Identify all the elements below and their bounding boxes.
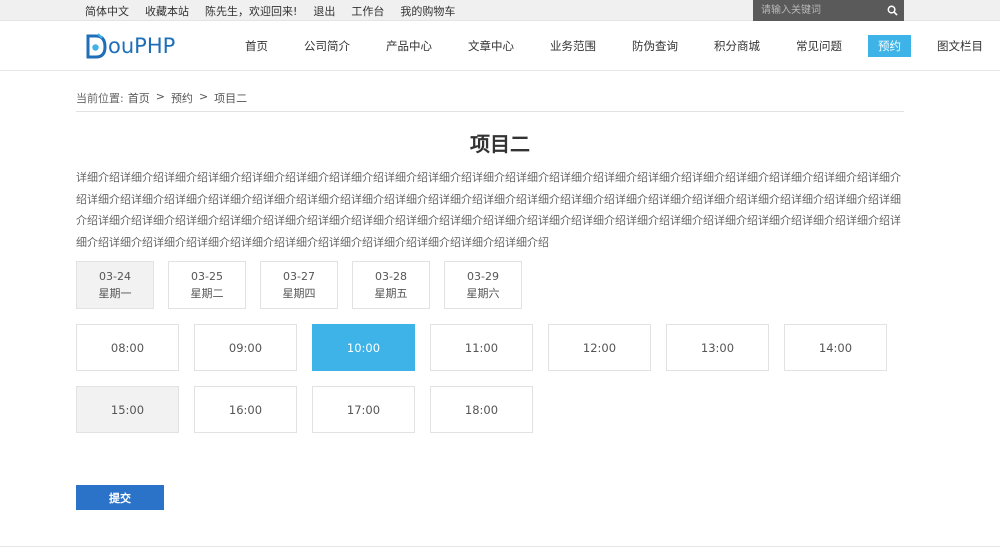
search-box [753, 0, 904, 21]
weekday-label: 星期六 [466, 287, 500, 300]
date-option[interactable]: 03-24 星期一 [76, 261, 154, 309]
date-option[interactable]: 03-25 星期二 [168, 261, 246, 309]
time-slot[interactable]: 17:00 [312, 386, 415, 433]
main-nav: 首页 公司简介 产品中心 文章中心 业务范围 防伪查询 积分商城 常见问题 预约… [235, 35, 1000, 57]
nav-item-booking[interactable]: 预约 [868, 35, 911, 57]
date-label: 03-27 [283, 270, 315, 283]
nav-item-products[interactable]: 产品中心 [376, 35, 442, 57]
top-links: 简体中文 收藏本站 陈先生，欢迎回来! 退出 工作台 我的购物车 [85, 0, 471, 21]
time-slot[interactable]: 13:00 [666, 324, 769, 371]
date-label: 03-29 [467, 270, 499, 283]
search-icon[interactable] [887, 5, 898, 16]
breadcrumb-divider [76, 111, 904, 112]
top-bar: 简体中文 收藏本站 陈先生，欢迎回来! 退出 工作台 我的购物车 [0, 0, 1000, 21]
time-slot[interactable]: 09:00 [194, 324, 297, 371]
date-label: 03-25 [191, 270, 223, 283]
search-input[interactable] [753, 0, 873, 21]
weekday-label: 星期五 [374, 287, 408, 300]
date-option[interactable]: 03-29 星期六 [444, 261, 522, 309]
time-slot[interactable]: 10:00 [312, 324, 415, 371]
time-slot[interactable]: 11:00 [430, 324, 533, 371]
nav-item-home[interactable]: 首页 [235, 35, 278, 57]
breadcrumb: 当前位置: 首页 > 预约 > 项目二 [76, 90, 253, 106]
link-language[interactable]: 简体中文 [85, 3, 129, 19]
header: ouPHP 首页 公司简介 产品中心 文章中心 业务范围 防伪查询 积分商城 常… [0, 22, 1000, 71]
time-slot[interactable]: 18:00 [430, 386, 533, 433]
date-option[interactable]: 03-27 星期四 [260, 261, 338, 309]
logo-d-icon [86, 33, 107, 59]
nav-item-articles[interactable]: 文章中心 [458, 35, 524, 57]
breadcrumb-separator: > [155, 90, 165, 103]
time-slot-grid: 08:00 09:00 10:00 11:00 12:00 13:00 14:0… [76, 324, 906, 448]
weekday-label: 星期一 [98, 287, 132, 300]
logo-text: ouPHP [108, 34, 176, 58]
nav-item-points-mall[interactable]: 积分商城 [704, 35, 770, 57]
link-bookmark[interactable]: 收藏本站 [145, 3, 189, 19]
breadcrumb-current: 项目二 [214, 92, 248, 105]
breadcrumb-label: 当前位置: [76, 92, 124, 105]
date-option[interactable]: 03-28 星期五 [352, 261, 430, 309]
time-slot[interactable]: 14:00 [784, 324, 887, 371]
nav-item-about[interactable]: 公司简介 [294, 35, 360, 57]
nav-item-anticounterfeit[interactable]: 防伪查询 [622, 35, 688, 57]
breadcrumb-separator: > [198, 90, 209, 103]
date-picker: 03-24 星期一 03-25 星期二 03-27 星期四 03-28 星期五 … [76, 261, 536, 309]
time-slot[interactable]: 15:00 [76, 386, 179, 433]
welcome-text: 陈先生，欢迎回来! [205, 4, 298, 18]
date-label: 03-28 [375, 270, 407, 283]
time-slot[interactable]: 08:00 [76, 324, 179, 371]
weekday-label: 星期二 [190, 287, 224, 300]
nav-item-gallery[interactable]: 图文栏目 [927, 35, 993, 57]
footer-divider [0, 546, 1000, 547]
time-slot[interactable]: 12:00 [548, 324, 651, 371]
date-label: 03-24 [99, 270, 131, 283]
weekday-label: 星期四 [282, 287, 316, 300]
breadcrumb-home[interactable]: 首页 [128, 90, 150, 106]
nav-item-faq[interactable]: 常见问题 [786, 35, 852, 57]
time-slot[interactable]: 16:00 [194, 386, 297, 433]
link-cart[interactable]: 我的购物车 [400, 3, 455, 19]
logo[interactable]: ouPHP [85, 31, 175, 61]
submit-button[interactable]: 提交 [76, 485, 164, 510]
link-logout[interactable]: 退出 [313, 3, 335, 19]
nav-item-business[interactable]: 业务范围 [540, 35, 606, 57]
page-title: 项目二 [470, 132, 530, 156]
item-description: 详细介绍详细介绍详细介绍详细介绍详细介绍详细介绍详细介绍详细介绍详细介绍详细介绍… [76, 171, 901, 249]
link-workbench[interactable]: 工作台 [351, 3, 384, 19]
breadcrumb-booking[interactable]: 预约 [171, 90, 193, 106]
